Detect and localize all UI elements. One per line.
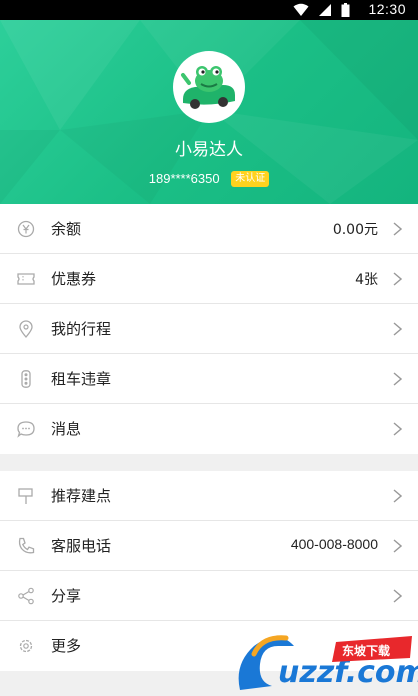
battery-icon: [341, 3, 350, 17]
status-time: 12:30: [368, 1, 406, 17]
traffic-light-icon: [21, 370, 31, 388]
chevron-right-icon: [393, 489, 402, 503]
coupon-count: 4张: [355, 272, 378, 288]
menu-item-label: 更多: [51, 637, 82, 655]
menu-item-label: 分享: [51, 587, 82, 605]
chevron-right-icon: [393, 222, 402, 236]
menu-item-label: 消息: [51, 420, 82, 438]
menu-item-balance[interactable]: 余额 0.00元: [0, 204, 418, 254]
menu-group-account: 余额 0.00元 优惠券 4张 我的行程 租车违章 消息: [0, 204, 418, 454]
menu-item-coupons[interactable]: 优惠券 4张: [0, 254, 418, 304]
svg-text:东坡下载: 东坡下载: [342, 643, 390, 658]
menu-item-label: 我的行程: [51, 320, 112, 338]
uzzf-watermark-logo: uzzf.com 东坡下载: [238, 635, 418, 690]
verification-badge[interactable]: 未认证: [231, 170, 270, 187]
menu-item-label: 客服电话: [51, 537, 112, 555]
menu-item-trips[interactable]: 我的行程: [0, 304, 418, 354]
menu-item-messages[interactable]: 消息: [0, 404, 418, 454]
chat-bubble-icon: [17, 421, 35, 438]
chevron-right-icon: [393, 539, 402, 553]
menu-item-recommend-site[interactable]: 推荐建点: [0, 471, 418, 521]
status-icons: [289, 3, 350, 17]
yen-coin-icon: [17, 220, 35, 238]
share-icon: [18, 587, 34, 605]
profile-header: 小易达人 189****6350 未认证: [0, 20, 418, 204]
location-pin-icon: [19, 320, 33, 338]
user-name: 小易达人: [175, 140, 243, 160]
chevron-right-icon: [393, 422, 402, 436]
gear-icon: [19, 639, 33, 653]
menu-item-label: 租车违章: [51, 370, 112, 388]
status-bar: 12:30: [0, 0, 418, 20]
menu-item-label: 推荐建点: [51, 487, 112, 505]
menu-item-label: 余额: [51, 220, 82, 238]
chevron-right-icon: [393, 322, 402, 336]
frog-car-logo-icon: [181, 66, 235, 109]
hotline-number: 400-008-8000: [290, 536, 378, 552]
avatar[interactable]: [173, 51, 245, 123]
phone-number: 189****6350: [148, 171, 220, 187]
balance-value: 0.00元: [332, 222, 378, 238]
menu-item-label: 优惠券: [51, 270, 97, 288]
chevron-right-icon: [393, 272, 402, 286]
menu-item-customer-service[interactable]: 客服电话 400-008-8000: [0, 521, 418, 571]
signpost-icon: [18, 488, 33, 504]
wifi-icon: [293, 3, 309, 16]
signal-icon: [318, 4, 331, 16]
menu-item-share[interactable]: 分享: [0, 571, 418, 621]
phone-icon: [18, 537, 35, 554]
menu-item-violations[interactable]: 租车违章: [0, 354, 418, 404]
ticket-icon: [17, 273, 35, 285]
chevron-right-icon: [393, 372, 402, 386]
phone-row: 189****6350 未认证: [0, 170, 418, 187]
chevron-right-icon: [393, 589, 402, 603]
